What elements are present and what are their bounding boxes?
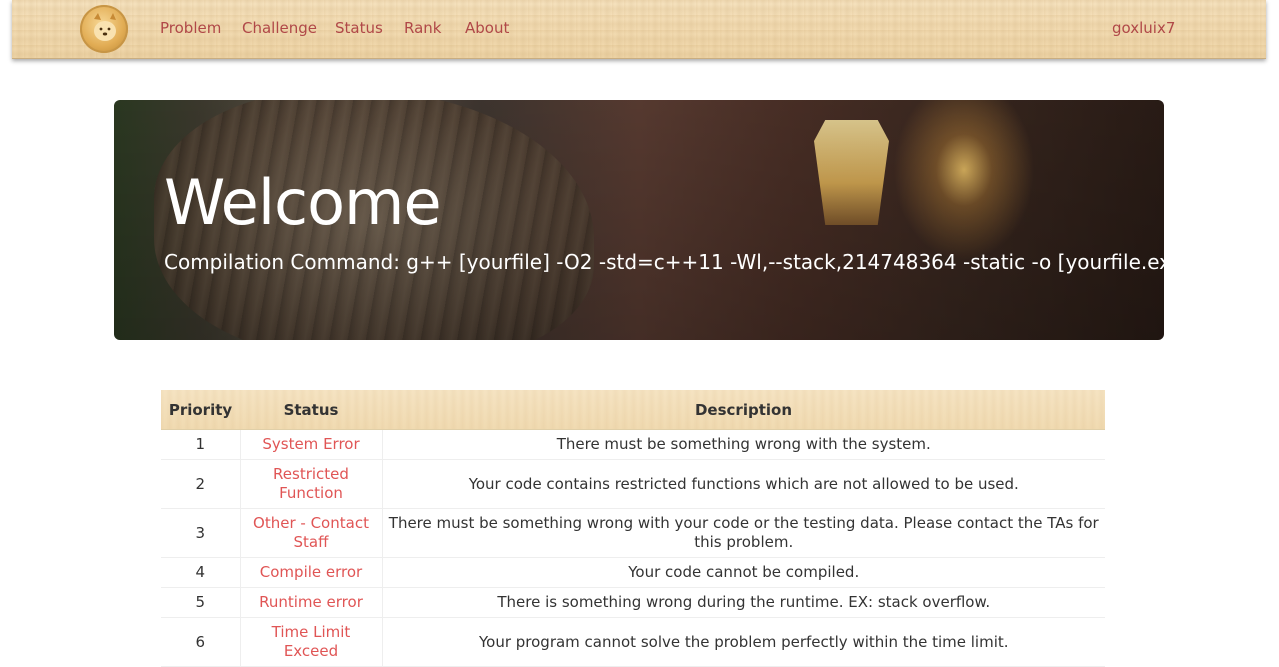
status-link[interactable]: Compile error <box>260 563 362 581</box>
status-link[interactable]: Restricted Function <box>273 465 349 502</box>
nav-problem-link[interactable]: Problem <box>160 19 221 37</box>
table-row: 3 Other - Contact Staff There must be so… <box>161 508 1105 558</box>
status-cell: Runtime error <box>239 587 383 618</box>
description-cell: There must be something wrong with the s… <box>381 429 1105 460</box>
dog-logo-icon[interactable] <box>80 5 128 53</box>
status-link[interactable]: Runtime error <box>259 593 363 611</box>
status-link[interactable]: Time Limit Exceed <box>272 623 351 660</box>
table-row: 2 Restricted Function Your code contains… <box>161 459 1105 509</box>
status-cell: Compile error <box>239 557 383 588</box>
description-cell: Your code contains restricted functions … <box>381 459 1105 509</box>
description-cell: There is something wrong during the runt… <box>381 587 1105 618</box>
banner-title: Welcome <box>164 166 442 239</box>
priority-cell: 5 <box>161 587 241 618</box>
nav-challenge-link[interactable]: Challenge <box>242 19 317 37</box>
priority-cell: 4 <box>161 557 241 588</box>
priority-cell: 3 <box>161 508 241 558</box>
description-header: Description <box>382 390 1105 430</box>
nav-rank-link[interactable]: Rank <box>404 19 441 37</box>
priority-cell: 2 <box>161 459 241 509</box>
description-cell: Your code cannot be compiled. <box>381 557 1105 588</box>
description-cell: There must be something wrong with your … <box>381 508 1105 558</box>
table-row: 1 System Error There must be something w… <box>161 429 1105 460</box>
table-row: 5 Runtime error There is something wrong… <box>161 587 1105 618</box>
status-cell: System Error <box>239 429 383 460</box>
status-header: Status <box>240 390 382 430</box>
nav-status-link[interactable]: Status <box>335 19 383 37</box>
table-header-row: Priority Status Description <box>161 390 1105 430</box>
status-cell: Other - Contact Staff <box>239 508 383 558</box>
status-cell: Restricted Function <box>239 459 383 509</box>
priority-cell: 6 <box>161 617 241 667</box>
compilation-command-text: Compilation Command: g++ [yourfile] -O2 … <box>164 250 1164 274</box>
priority-cell: 1 <box>161 429 241 460</box>
user-menu-link[interactable]: goxluix7 <box>1112 19 1175 37</box>
welcome-banner: Welcome Compilation Command: g++ [yourfi… <box>114 100 1164 340</box>
priority-header: Priority <box>161 390 240 430</box>
status-link[interactable]: Other - Contact Staff <box>253 514 369 551</box>
navbar: Problem Challenge Status Rank About goxl… <box>12 0 1266 59</box>
status-cell: Time Limit Exceed <box>239 617 383 667</box>
table-row: 6 Time Limit Exceed Your program cannot … <box>161 617 1105 667</box>
status-priority-table: Priority Status Description 1 System Err… <box>161 390 1105 667</box>
table-row: 4 Compile error Your code cannot be comp… <box>161 557 1105 588</box>
nav-about-link[interactable]: About <box>465 19 509 37</box>
status-link[interactable]: System Error <box>262 435 359 453</box>
description-cell: Your program cannot solve the problem pe… <box>381 617 1105 667</box>
